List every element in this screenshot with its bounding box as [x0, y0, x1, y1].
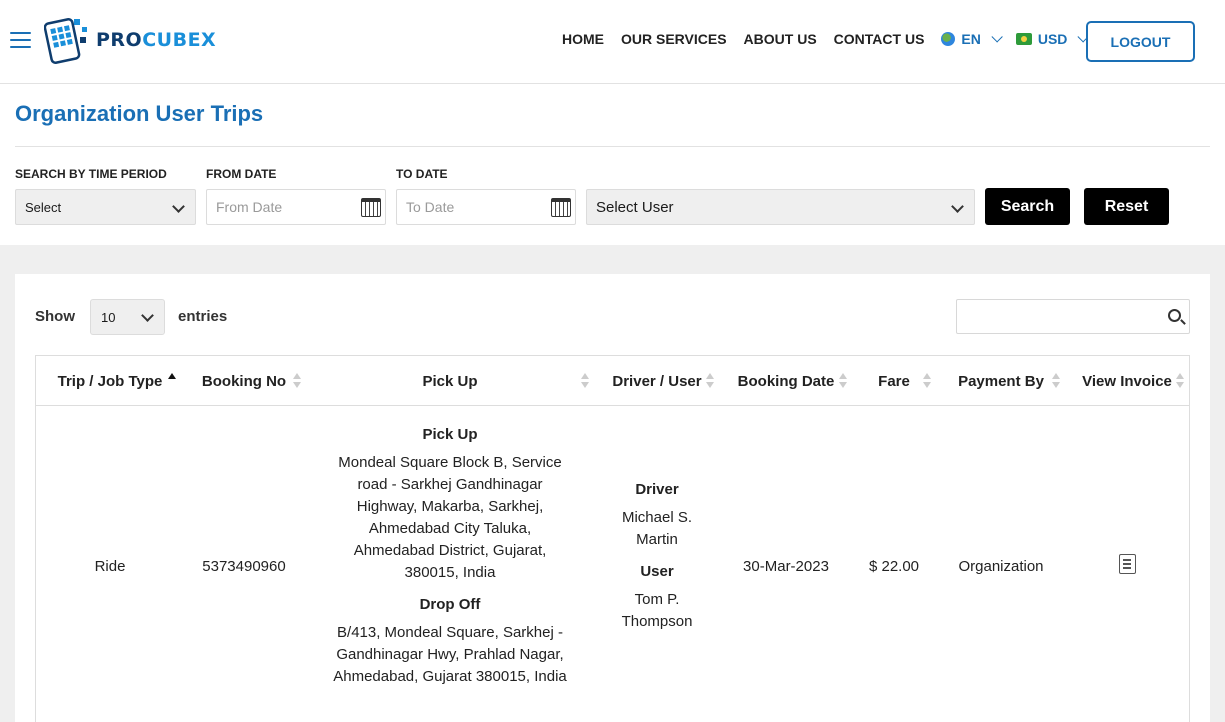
table-search-input[interactable]	[956, 299, 1190, 334]
user-heading: User	[640, 563, 674, 580]
cell-booking-date: 30-Mar-2023	[743, 558, 829, 575]
sort-icon[interactable]	[923, 373, 931, 389]
nav-contact-us[interactable]: CONTACT US	[834, 31, 925, 47]
language-label: EN	[961, 31, 981, 47]
dropoff-line: B/413, Mondeal Square, Sarkhej -	[337, 624, 563, 641]
site-header: PROCUBEX HOME OUR SERVICES ABOUT US CONT…	[0, 0, 1225, 84]
header-booking-no[interactable]: Booking No	[186, 356, 302, 406]
user-name: Thompson	[621, 613, 693, 630]
header-label: Fare	[878, 372, 910, 390]
pickup-line: 380015, India	[404, 564, 496, 581]
to-date-placeholder: To Date	[406, 199, 455, 215]
nav-home[interactable]: HOME	[562, 31, 604, 47]
sort-icon[interactable]	[706, 373, 714, 389]
header-fare[interactable]: Fare	[854, 356, 934, 406]
driver-heading: Driver	[635, 481, 679, 498]
user-select-value: Select User	[596, 198, 674, 216]
cell-fare: $ 22.00	[868, 558, 920, 575]
language-dropdown[interactable]: EN	[941, 31, 1003, 47]
procubex-logo-icon	[44, 18, 87, 64]
pickup-line: Ahmedabad District, Gujarat,	[353, 542, 547, 559]
entries-value: 10	[101, 309, 116, 325]
header-label: Trip / Job Type	[57, 372, 163, 390]
pickup-heading: Pick Up	[422, 426, 478, 443]
from-date-label: FROM DATE	[206, 167, 277, 181]
invoice-icon[interactable]	[1119, 554, 1136, 574]
search-icon[interactable]	[1168, 309, 1181, 322]
entries-label: entries	[178, 308, 228, 325]
entries-select[interactable]: 10	[90, 299, 165, 335]
main-nav: HOME OUR SERVICES ABOUT US CONTACT US EN…	[562, 31, 1102, 47]
header-pick-up[interactable]: Pick Up	[312, 356, 588, 406]
chevron-down-icon	[991, 31, 1003, 43]
dropoff-line: Gandhinagar Hwy, Prahlad Nagar,	[336, 646, 564, 663]
user-name: Tom P.	[634, 591, 680, 608]
globe-flag-icon	[941, 32, 956, 46]
brand-logo[interactable]: PROCUBEX	[44, 14, 216, 66]
search-button[interactable]: Search	[985, 188, 1070, 225]
cell-payment-by: Organization	[958, 558, 1044, 575]
show-label: Show	[35, 308, 75, 325]
chevron-down-icon	[172, 200, 185, 213]
pickup-line: Ahmedabad City Taluka,	[368, 520, 532, 537]
driver-name: Martin	[636, 531, 678, 548]
nav-our-services[interactable]: OUR SERVICES	[621, 31, 727, 47]
header-label: Booking Date	[737, 372, 835, 390]
page-title: Organization User Trips	[15, 101, 264, 126]
dropoff-heading: Drop Off	[419, 596, 481, 613]
calendar-icon[interactable]	[551, 198, 571, 217]
chevron-down-icon	[951, 200, 964, 213]
user-select[interactable]: Select User	[586, 189, 975, 225]
header-view-invoice[interactable]: View Invoice	[1071, 356, 1183, 406]
header-trip-type[interactable]: Trip / Job Type	[44, 356, 176, 406]
calendar-icon[interactable]	[361, 198, 381, 217]
sort-icon[interactable]	[1052, 373, 1060, 389]
from-date-field[interactable]: From Date	[206, 189, 386, 225]
pickup-line: road - Sarkhej Gandhinagar	[357, 476, 543, 493]
nav-about-us[interactable]: ABOUT US	[744, 31, 817, 47]
sort-icon[interactable]	[839, 373, 847, 389]
sort-icon[interactable]	[1176, 373, 1184, 389]
header-booking-date[interactable]: Booking Date	[726, 356, 846, 406]
sort-asc-icon[interactable]	[168, 373, 176, 389]
pickup-line: Mondeal Square Block B, Service	[338, 454, 562, 471]
cell-booking-no: 5373490960	[202, 558, 286, 575]
header-label: Driver / User	[612, 372, 702, 390]
to-date-label: TO DATE	[396, 167, 448, 181]
currency-label: USD	[1037, 31, 1068, 47]
sort-icon[interactable]	[293, 373, 301, 389]
dropoff-line: Ahmedabad, Gujarat 380015, India	[333, 668, 567, 685]
reset-button[interactable]: Reset	[1084, 188, 1169, 225]
sort-icon[interactable]	[581, 373, 589, 389]
usd-flag-icon	[1015, 33, 1032, 45]
brand-name: PROCUBEX	[96, 29, 217, 51]
chevron-down-icon	[141, 309, 154, 322]
table-header: Trip / Job Type Booking No Pick Up Drive…	[36, 356, 1189, 406]
driver-name: Michael S.	[621, 509, 693, 526]
to-date-field[interactable]: To Date	[396, 189, 576, 225]
cell-driver-user: Driver Michael S. Martin User Tom P. Tho…	[596, 479, 718, 633]
pickup-line: Highway, Makarba, Sarkhej,	[356, 498, 544, 515]
header-label: Booking No	[201, 372, 287, 390]
from-date-placeholder: From Date	[216, 199, 283, 215]
header-payment-by[interactable]: Payment By	[941, 356, 1061, 406]
time-period-value: Select	[25, 199, 62, 215]
cell-trip-type: Ride	[94, 558, 126, 575]
divider	[15, 146, 1210, 147]
trips-table: Trip / Job Type Booking No Pick Up Drive…	[35, 355, 1190, 722]
header-label: View Invoice	[1082, 372, 1172, 390]
cell-pickup-dropoff: Pick Up Mondeal Square Block B, Service …	[306, 424, 594, 688]
header-label: Payment By	[958, 372, 1044, 390]
hamburger-icon[interactable]	[10, 32, 31, 49]
header-driver-user[interactable]: Driver / User	[596, 356, 718, 406]
logout-button[interactable]: LOGOUT	[1086, 21, 1195, 62]
currency-dropdown[interactable]: USD	[1015, 31, 1090, 47]
time-period-select[interactable]: Select	[15, 189, 196, 225]
header-label: Pick Up	[422, 372, 478, 390]
time-period-label: SEARCH BY TIME PERIOD	[15, 167, 167, 181]
